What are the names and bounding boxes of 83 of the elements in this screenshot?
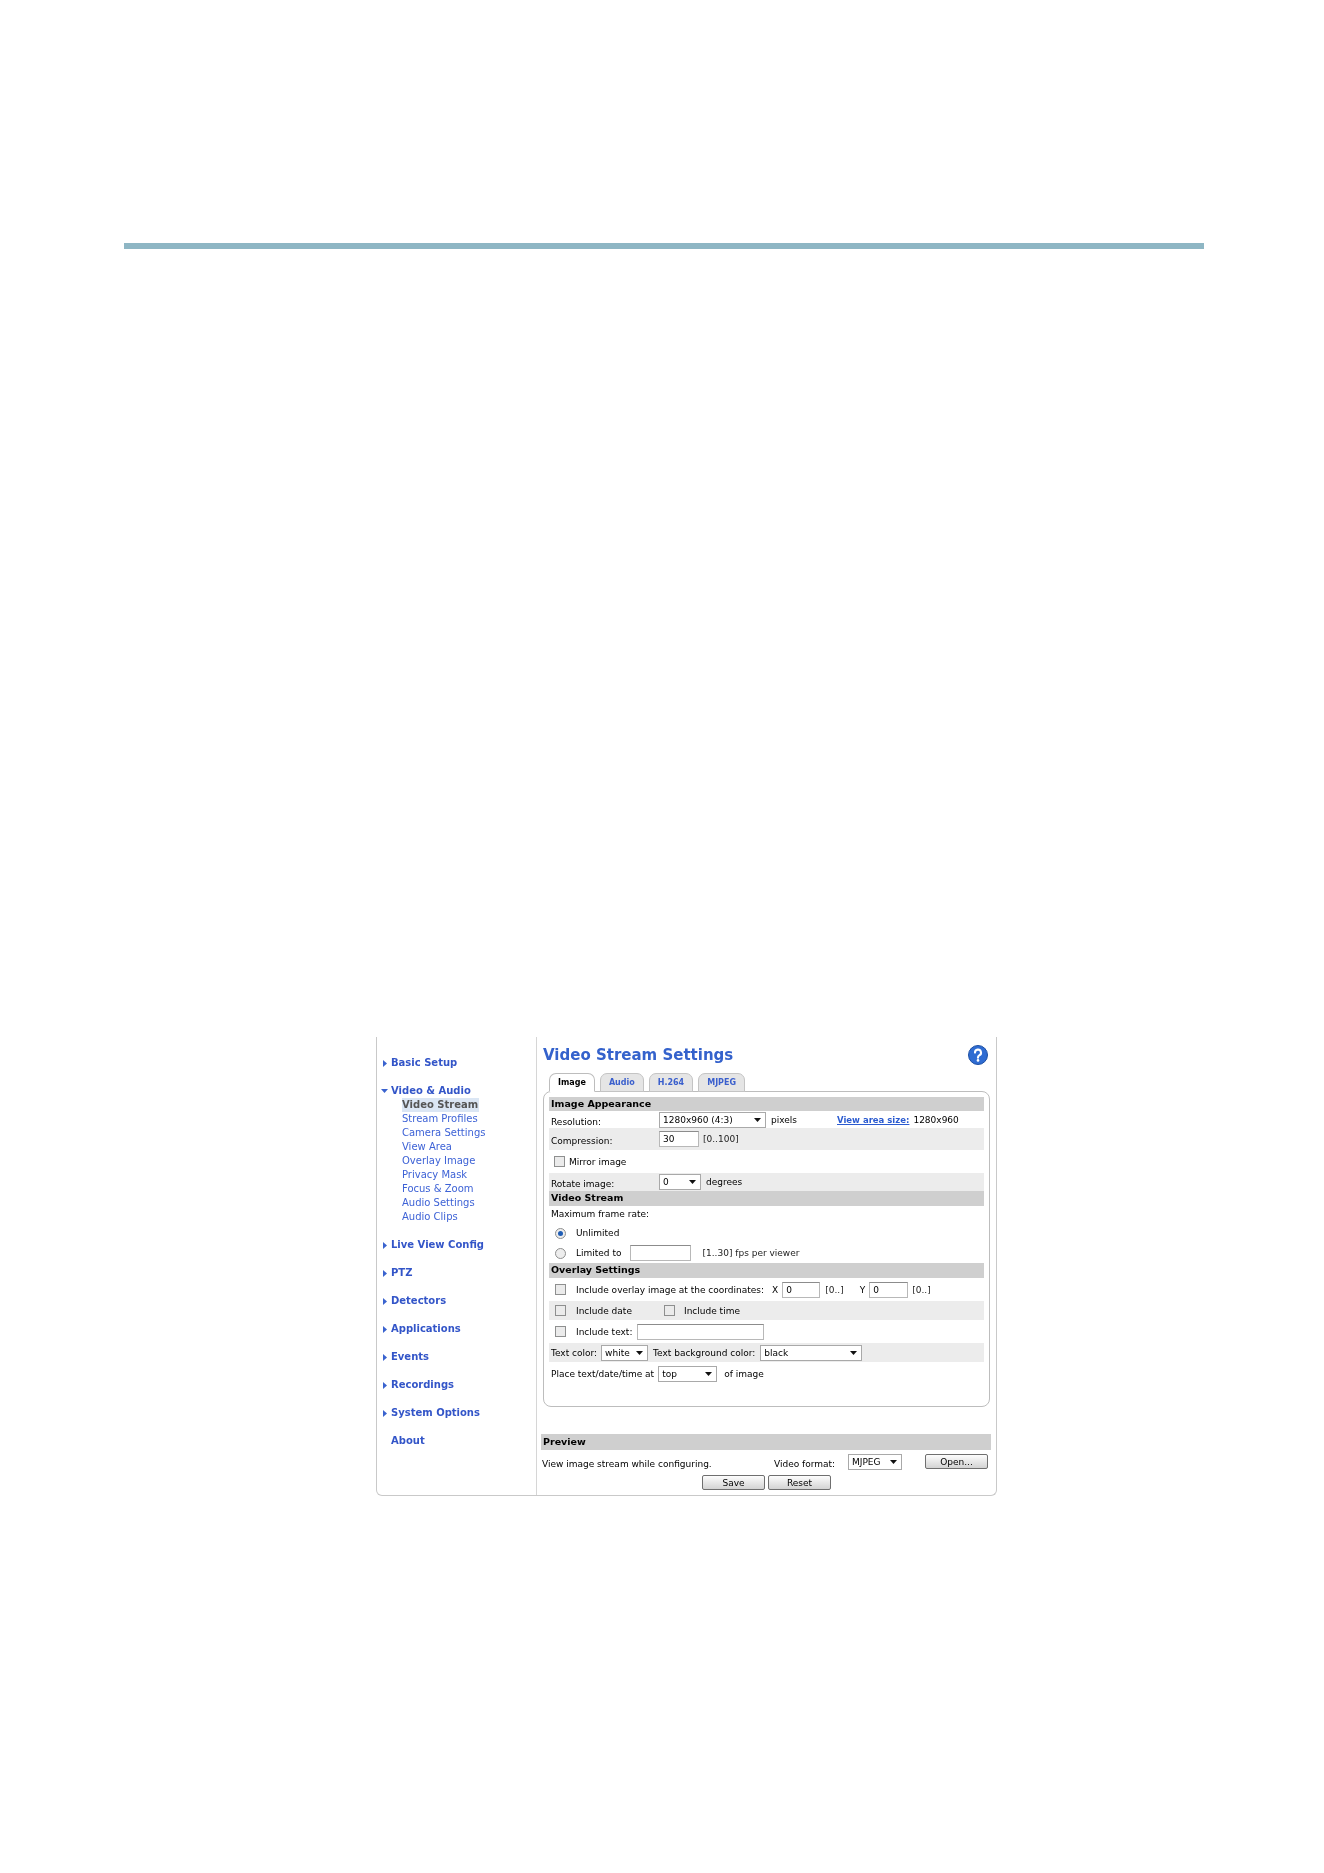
dropdown[interactable]: white [601, 1344, 649, 1361]
tab[interactable]: Audio [599, 1073, 644, 1092]
nav-page-link[interactable]: Privacy Mask [402, 1168, 468, 1182]
radio-button[interactable] [555, 1247, 566, 1259]
dropdown-arrow-icon [850, 1350, 858, 1355]
dropdown[interactable]: top [658, 1366, 718, 1382]
coordinate-label: Y [859, 1283, 866, 1296]
nav-section-link[interactable]: Applications [381, 1322, 461, 1336]
section-header: Image Appearance [549, 1097, 984, 1111]
radio-button[interactable] [555, 1227, 566, 1239]
view-area-size-link[interactable]: View area size: [837, 1113, 910, 1126]
dropdown[interactable]: 0 [659, 1174, 701, 1190]
nav-page-link[interactable]: Camera Settings [402, 1126, 486, 1140]
text-field[interactable]: 0 [869, 1281, 909, 1298]
dropdown[interactable]: black [760, 1344, 863, 1361]
help-icon[interactable] [968, 1045, 988, 1065]
page-title: Video Stream Settings [543, 1045, 734, 1065]
field-label: Video format: [774, 1458, 836, 1469]
nav-section-link[interactable]: Basic Setup [381, 1056, 458, 1070]
nav-section-link[interactable]: Live View Config [381, 1238, 484, 1252]
text-field[interactable] [630, 1245, 692, 1261]
checkbox[interactable] [555, 1326, 566, 1337]
nav-page-link[interactable]: Overlay Image [402, 1154, 476, 1168]
nav-section-link[interactable]: Detectors [381, 1294, 447, 1308]
field-label: Place text/date/time at [551, 1368, 655, 1380]
nav-page-link[interactable]: Focus & Zoom [402, 1182, 474, 1196]
range-hint: [0..] [825, 1283, 844, 1296]
checkbox-label: Include date [576, 1304, 632, 1317]
checkbox[interactable] [555, 1284, 566, 1295]
checkbox[interactable] [555, 1305, 566, 1316]
dropdown-arrow-icon [689, 1180, 696, 1184]
nav-section-link[interactable]: PTZ [381, 1266, 413, 1280]
nav-section-link[interactable]: Events [381, 1350, 429, 1364]
nav-section-link[interactable]: About [381, 1434, 425, 1448]
section-header: Overlay Settings [549, 1263, 984, 1278]
text-field[interactable] [637, 1323, 765, 1340]
tab[interactable]: Image [549, 1073, 595, 1092]
nav-section-link[interactable]: Recordings [381, 1378, 455, 1392]
nav-section-link[interactable]: System Options [381, 1406, 480, 1420]
field-label: Rotate image: [551, 1179, 615, 1189]
reset-button[interactable]: Reset [768, 1475, 831, 1490]
range-hint: [0..100] [703, 1133, 739, 1145]
dropdown[interactable]: MJPEG [848, 1453, 902, 1470]
preview-description: View image stream while configuring. [542, 1458, 712, 1469]
range-hint: [1..30] fps per viewer [702, 1247, 800, 1259]
nav-section-link[interactable]: Video & Audio [381, 1084, 471, 1098]
section-header: Preview [541, 1434, 991, 1450]
nav-page-link[interactable]: Audio Clips [402, 1210, 458, 1224]
open-button[interactable]: Open... [925, 1454, 988, 1469]
nav-page-link[interactable]: Video Stream [402, 1098, 480, 1112]
unit-label: pixels [771, 1113, 797, 1126]
radio-label: Unlimited [576, 1227, 620, 1239]
text-field[interactable]: 0 [782, 1281, 821, 1298]
checkbox-label: Include text: [576, 1325, 633, 1338]
checkbox-label: Include time [684, 1304, 740, 1317]
field-label: Text color: [551, 1346, 598, 1359]
checkbox-label: Mirror image [569, 1155, 627, 1168]
field-label: Resolution: [551, 1116, 602, 1127]
section-header: Video Stream [549, 1191, 984, 1206]
dropdown[interactable]: 1280x960 (4:3) [659, 1111, 766, 1128]
text-field[interactable]: 30 [659, 1131, 699, 1147]
field-label: Text background color: [653, 1346, 756, 1359]
tab[interactable]: H.264 [648, 1073, 694, 1092]
save-button[interactable]: Save [702, 1475, 765, 1490]
nav-page-link[interactable]: View Area [402, 1140, 452, 1154]
nav-page-link[interactable]: Audio Settings [402, 1196, 475, 1210]
tab[interactable]: MJPEG [698, 1073, 745, 1092]
unit-label: of image [724, 1368, 764, 1380]
checkbox[interactable] [664, 1305, 675, 1316]
field-label: Compression: [551, 1136, 613, 1146]
radio-label: Limited to [576, 1247, 622, 1259]
view-area-size-value: 1280x960 [913, 1113, 959, 1126]
dropdown-arrow-icon [890, 1459, 897, 1464]
dropdown-arrow-icon [705, 1372, 713, 1376]
range-hint: [0..] [912, 1283, 931, 1296]
coordinate-label: X [772, 1283, 779, 1296]
unit-label: degrees [706, 1176, 743, 1188]
checkbox[interactable] [554, 1156, 565, 1167]
dropdown-arrow-icon [754, 1117, 761, 1122]
nav-page-link[interactable]: Stream Profiles [402, 1112, 478, 1126]
dropdown-arrow-icon [636, 1350, 644, 1355]
field-label: Maximum frame rate: [551, 1208, 650, 1220]
checkbox-label: Include overlay image at the coordinates: [576, 1283, 765, 1296]
